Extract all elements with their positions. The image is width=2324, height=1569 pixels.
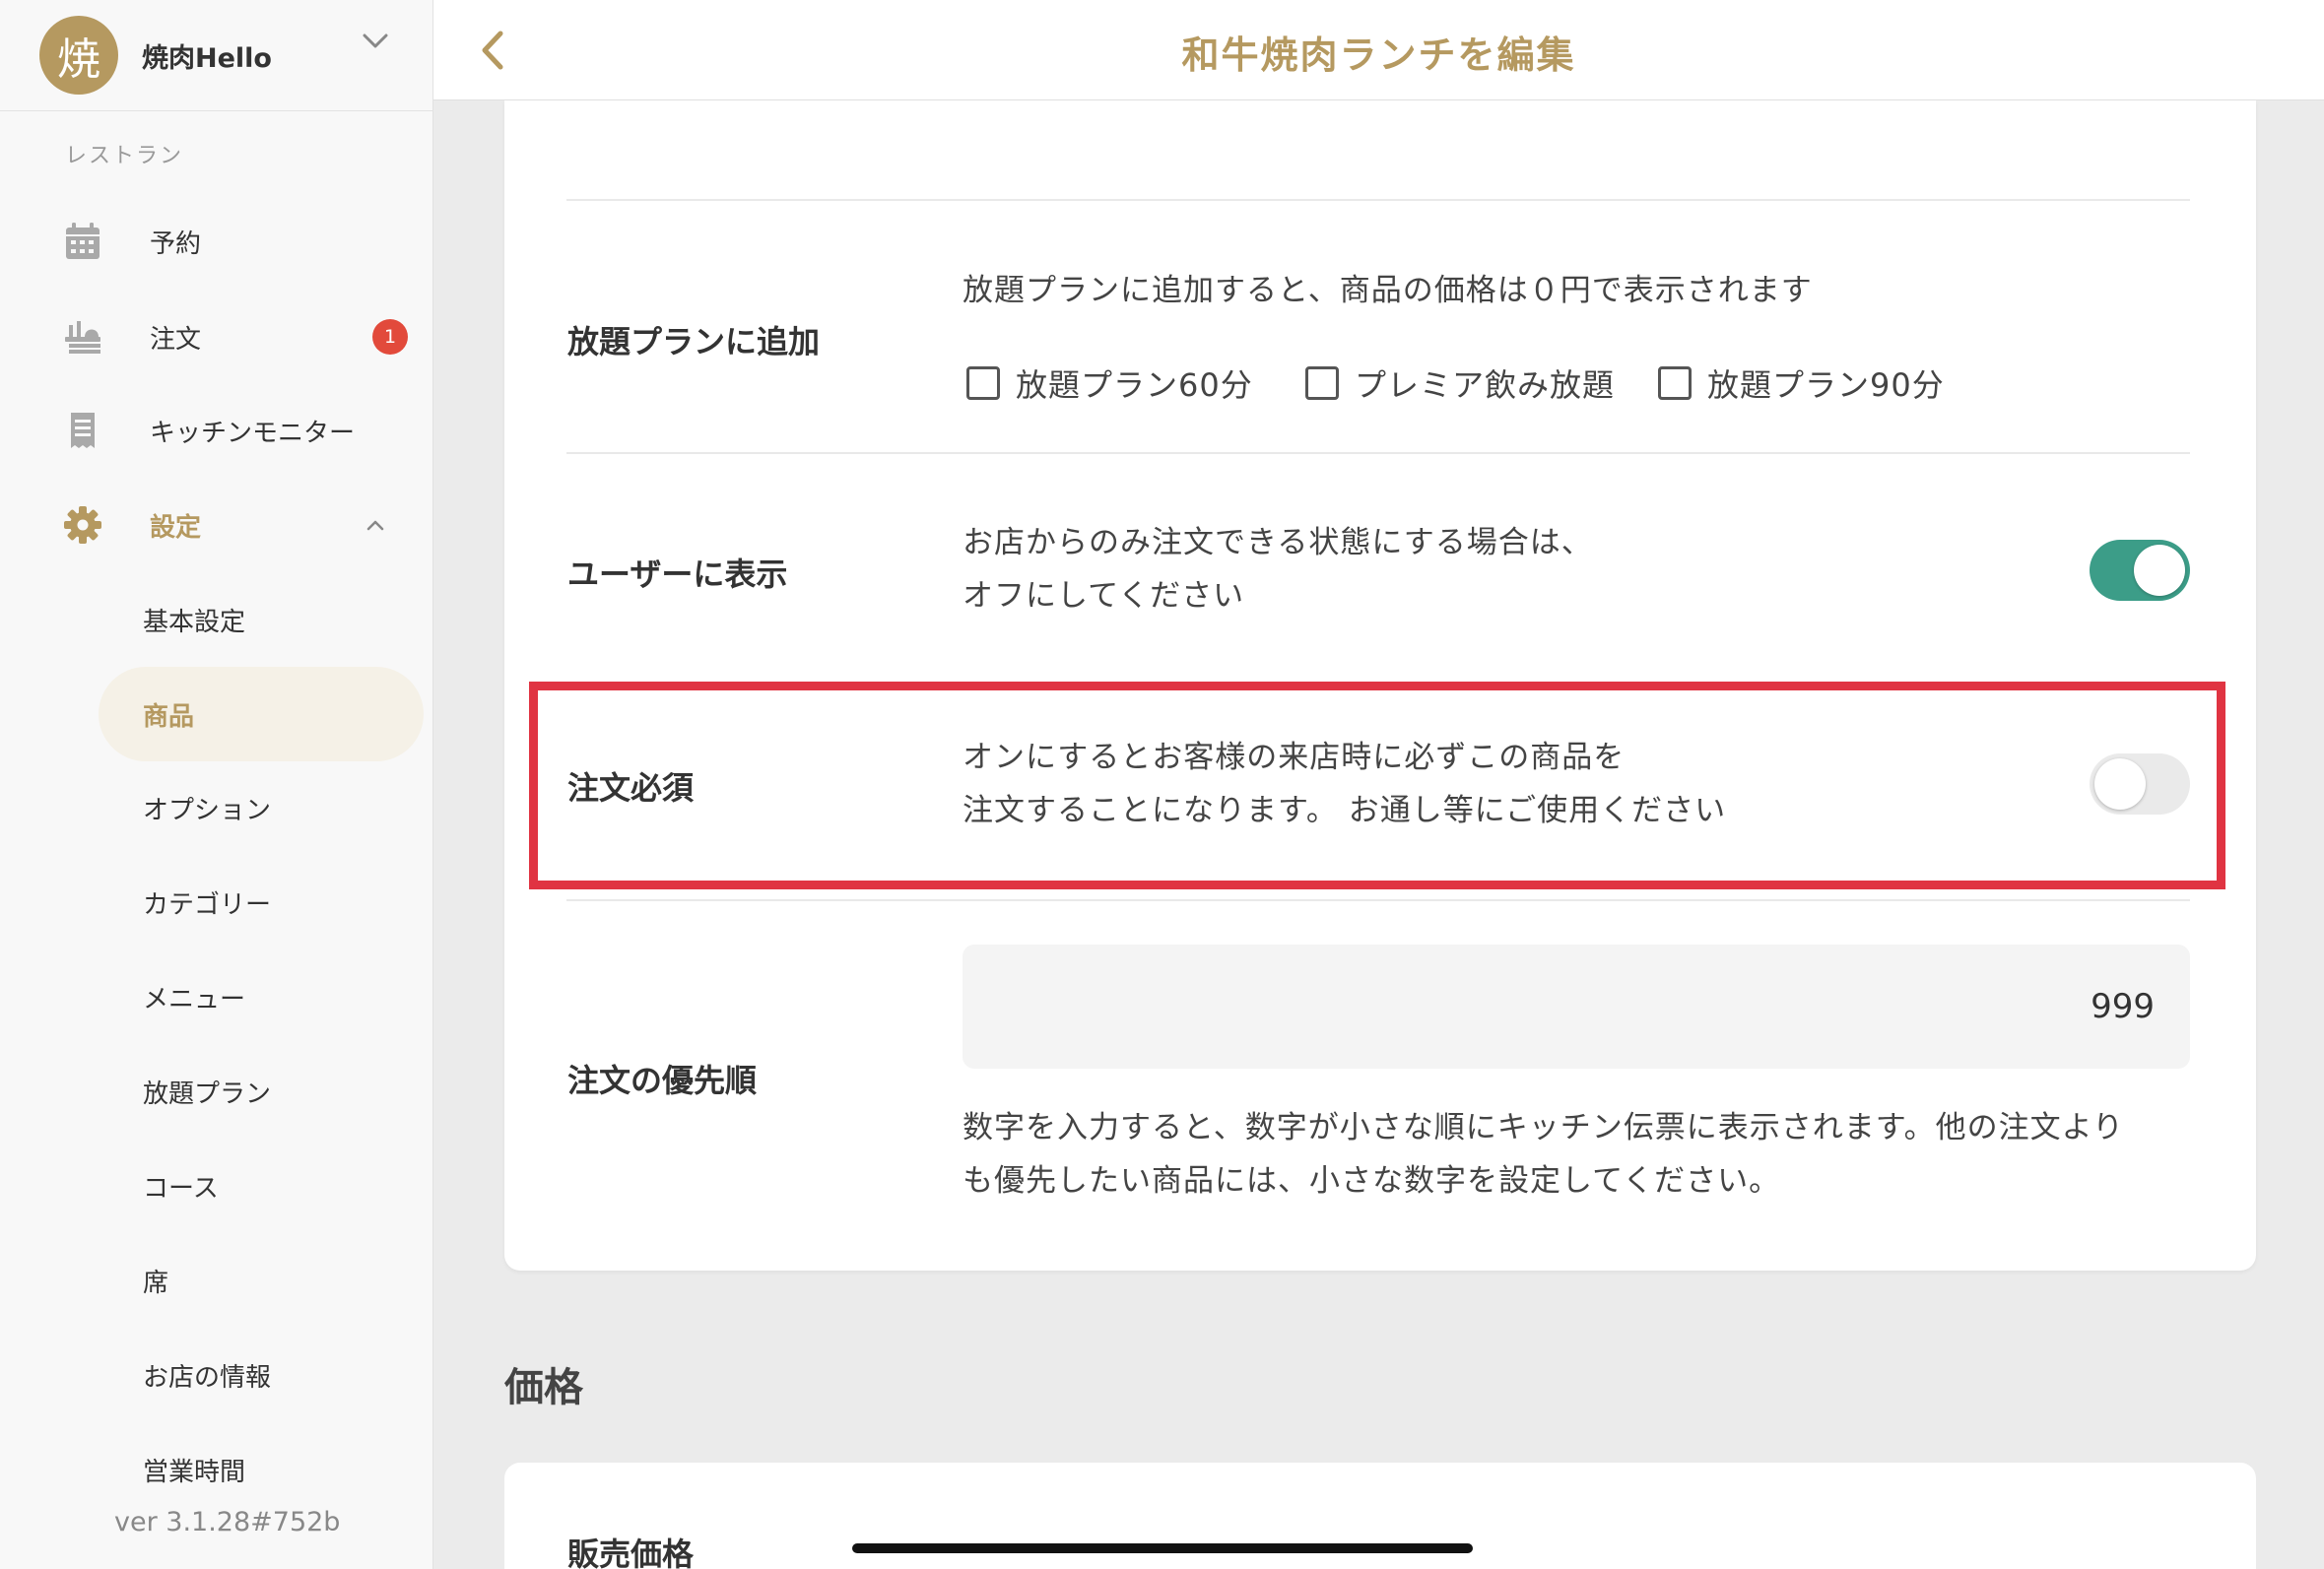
checkbox-label: プレミア飲み放題 xyxy=(1355,366,1616,404)
avatar: 焼 xyxy=(39,16,118,95)
sidebar-subitem-label: カテゴリー xyxy=(143,889,272,920)
sidebar-item-label: 注文 xyxy=(150,324,202,355)
checkbox-box[interactable] xyxy=(966,366,1000,400)
food-tray-icon xyxy=(65,321,100,354)
sidebar-item-kitchen-monitor[interactable]: キッチンモニター xyxy=(0,401,433,460)
sidebar-subitem-label: 商品 xyxy=(143,701,195,732)
sale-price-label: 販売価格 xyxy=(567,1536,695,1569)
sidebar-subitem-label: コース xyxy=(143,1173,219,1204)
calendar-icon xyxy=(66,223,100,259)
priority-description-line-1: 数字を入力すると、数字が小さな順にキッチン伝票に表示されます。他の注文より xyxy=(963,1110,2125,1145)
checkbox-label: 放題プラン90分 xyxy=(1707,366,1945,404)
divider xyxy=(566,452,2190,454)
sidebar-subitem-label: お店の情報 xyxy=(143,1362,272,1393)
divider xyxy=(566,199,2190,201)
price-section-title: 価格 xyxy=(504,1365,583,1410)
sidebar-subitem-label: 基本設定 xyxy=(143,607,246,637)
sidebar-item-label: 予約 xyxy=(150,229,202,259)
checkbox-box[interactable] xyxy=(1305,366,1339,400)
sidebar-subitem-products[interactable]: 商品 xyxy=(99,667,424,761)
show-user-toggle[interactable] xyxy=(2090,540,2190,601)
checkbox-box[interactable] xyxy=(1658,366,1692,400)
top-bar: 和牛焼肉ランチを編集 xyxy=(433,0,2324,100)
sidebar-subitem-label: 席 xyxy=(143,1268,169,1298)
sidebar-subitem-categories[interactable]: カテゴリー xyxy=(99,855,424,949)
shop-name: 焼肉Hello xyxy=(142,42,272,74)
priority-input[interactable]: 999 xyxy=(963,945,2190,1069)
show-user-row-label: ユーザーに表示 xyxy=(567,556,788,593)
sidebar-subitem-basic-settings[interactable]: 基本設定 xyxy=(99,572,424,667)
sidebar-subitem-courses[interactable]: コース xyxy=(99,1139,424,1233)
chevron-up-icon[interactable] xyxy=(361,510,390,540)
divider xyxy=(566,899,2190,901)
priority-row-label: 注文の優先順 xyxy=(567,1062,758,1099)
chevron-down-icon[interactable] xyxy=(359,24,392,57)
page-title: 和牛焼肉ランチを編集 xyxy=(1181,33,1576,77)
home-indicator[interactable] xyxy=(852,1543,1473,1553)
show-user-description-line-2: オフにしてください xyxy=(963,578,1245,614)
checkbox-plan-90[interactable]: 放題プラン90分 xyxy=(1658,360,1945,406)
sidebar-subitem-label: メニュー xyxy=(143,984,246,1014)
checkbox-plan-60[interactable]: 放題プラン60分 xyxy=(966,360,1253,406)
sidebar-subitem-label: 営業時間 xyxy=(143,1457,246,1487)
plan-row-label: 放題プランに追加 xyxy=(567,323,821,360)
sidebar-subitem-store-info[interactable]: お店の情報 xyxy=(99,1328,424,1422)
sidebar-header[interactable]: 焼 焼肉Hello xyxy=(0,0,432,111)
sidebar-item-order[interactable]: 注文 1 xyxy=(0,307,433,366)
receipt-icon xyxy=(71,413,95,448)
sidebar-subitem-all-you-can-plans[interactable]: 放題プラン xyxy=(99,1044,424,1139)
gear-icon xyxy=(64,506,101,544)
sidebar-item-label: 設定 xyxy=(150,512,202,543)
priority-description-line-2: も優先したい商品には、小さな数字を設定してください。 xyxy=(963,1163,1781,1199)
sidebar-item-label: キッチンモニター xyxy=(150,418,356,448)
checkbox-premium-drinks[interactable]: プレミア飲み放題 xyxy=(1305,360,1615,406)
sidebar-subitem-business-hours[interactable]: 営業時間 xyxy=(99,1422,424,1517)
sidebar-subitem-seats[interactable]: 席 xyxy=(99,1233,424,1328)
highlight-box xyxy=(529,682,2225,889)
sidebar-item-reservation[interactable]: 予約 xyxy=(0,212,433,271)
checkbox-label: 放題プラン60分 xyxy=(1016,366,1253,404)
sidebar-subitem-label: 放題プラン xyxy=(143,1079,272,1109)
sidebar-item-settings[interactable]: 設定 xyxy=(0,495,433,555)
plan-description: 放題プランに追加すると、商品の価格は０円で表示されます xyxy=(963,273,1813,308)
app-version: ver 3.1.28#752b xyxy=(114,1507,341,1537)
sidebar: 焼 焼肉Hello レストラン 予約 注文 1 キッチンモニター 設定 基本設定… xyxy=(0,0,433,1569)
sidebar-subitem-options[interactable]: オプション xyxy=(99,760,424,855)
sidebar-subitem-menu[interactable]: メニュー xyxy=(99,949,424,1044)
show-user-description-line-1: お店からのみ注文できる状態にする場合は、 xyxy=(963,525,1593,560)
section-label-restaurant: レストラン xyxy=(65,144,184,168)
sidebar-subitem-label: オプション xyxy=(143,795,272,825)
order-count-badge: 1 xyxy=(372,319,408,355)
toggle-knob xyxy=(2134,545,2185,596)
